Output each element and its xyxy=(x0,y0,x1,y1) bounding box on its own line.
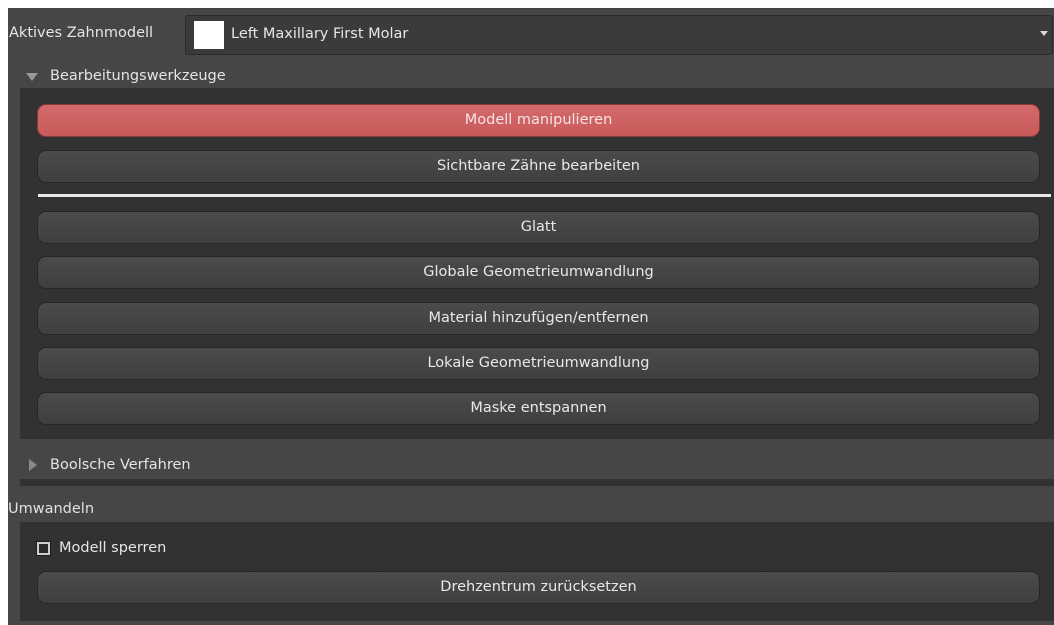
active-model-label: Aktives Zahnmodell xyxy=(9,25,154,41)
transform-section-label: Umwandeln xyxy=(8,501,95,517)
relax-mask-button[interactable]: Maske entspannen xyxy=(37,392,1040,425)
smooth-button[interactable]: Glatt xyxy=(37,211,1040,244)
boolean-operations-panel xyxy=(20,479,1054,486)
local-geometry-transform-button[interactable]: Lokale Geometrieumwandlung xyxy=(37,347,1040,380)
add-remove-material-button[interactable]: Material hinzufügen/entfernen xyxy=(37,302,1040,335)
lock-model-checkbox[interactable] xyxy=(36,541,51,556)
collapse-triangle-icon xyxy=(29,459,37,471)
section-header-boolean-operations[interactable]: Boolsche Verfahren xyxy=(8,453,1054,479)
lock-model-label: Modell sperren xyxy=(59,540,167,556)
manipulate-model-button[interactable]: Modell manipulieren xyxy=(37,104,1040,137)
reset-rotation-center-button[interactable]: Drehzentrum zurücksetzen xyxy=(37,571,1040,604)
model-color-swatch xyxy=(194,21,224,49)
global-geometry-transform-button[interactable]: Globale Geometrieumwandlung xyxy=(37,256,1040,289)
separator xyxy=(38,194,1051,197)
chevron-down-icon xyxy=(1040,31,1048,36)
section-header-editing-tools[interactable]: Bearbeitungswerkzeuge xyxy=(8,64,1054,90)
expand-triangle-icon xyxy=(26,73,38,81)
checkbox-checked-icon xyxy=(39,544,48,553)
active-model-dropdown[interactable]: Left Maxillary First Molar xyxy=(185,15,1053,55)
active-model-value: Left Maxillary First Molar xyxy=(231,26,409,42)
section-title-editing-tools: Bearbeitungswerkzeuge xyxy=(50,68,226,84)
tooth-model-panel: Aktives Zahnmodell Left Maxillary First … xyxy=(8,8,1054,625)
active-model-row: Aktives Zahnmodell Left Maxillary First … xyxy=(8,8,1054,60)
editing-tools-panel: Modell manipulieren Sichtbare Zähne bear… xyxy=(20,88,1054,439)
edit-visible-teeth-button[interactable]: Sichtbare Zähne bearbeiten xyxy=(37,150,1040,183)
section-title-boolean-operations: Boolsche Verfahren xyxy=(50,457,191,473)
